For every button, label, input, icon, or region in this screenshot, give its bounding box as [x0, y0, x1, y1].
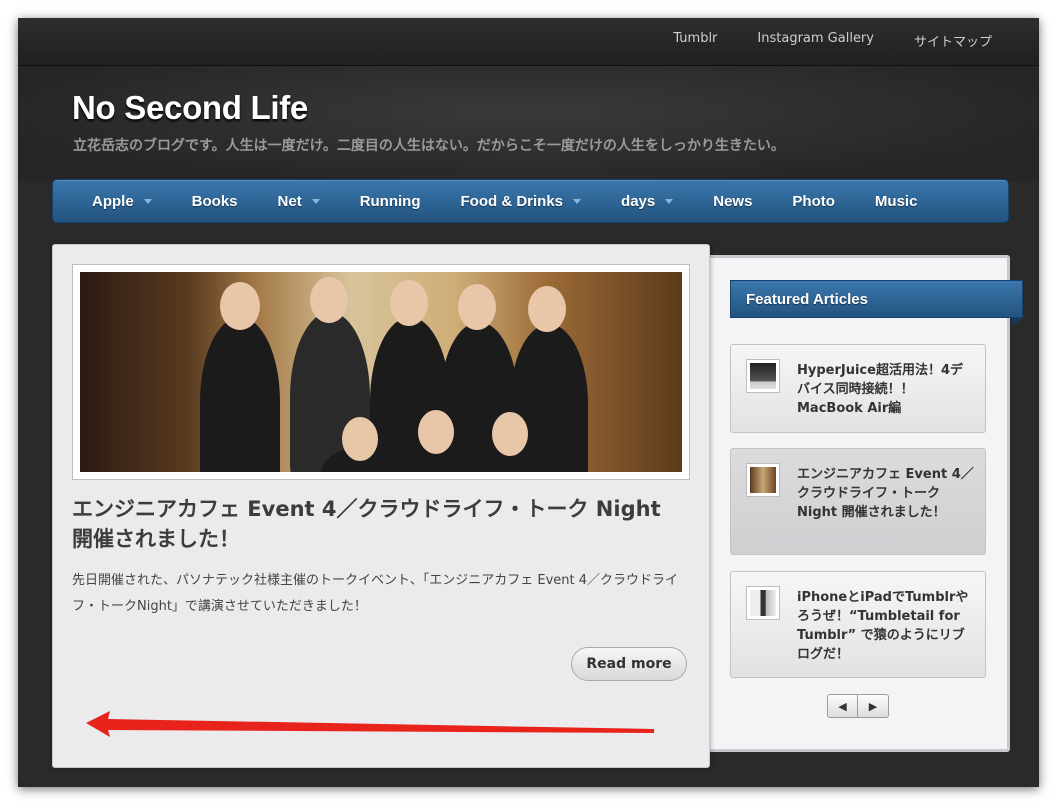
- post-title[interactable]: エンジニアカフェ Event 4／クラウドライフ・トーク Night 開催されま…: [72, 494, 672, 554]
- nav-item-books[interactable]: Books: [192, 193, 238, 210]
- top-link-tumblr[interactable]: Tumblr: [673, 31, 717, 50]
- thumb-image: [750, 363, 776, 389]
- nav-item-photo[interactable]: Photo: [792, 193, 835, 210]
- featured-post-card: エンジニアカフェ Event 4／クラウドライフ・トーク Night 開催されま…: [52, 244, 710, 768]
- nav-item-label: Music: [874, 192, 918, 210]
- post-excerpt: 先日開催された、パソナテック社様主催のトークイベント、「エンジニアカフェ Eve…: [72, 573, 679, 614]
- nav-item-label: News: [713, 192, 753, 210]
- photo-face: [220, 282, 260, 330]
- featured-articles-heading: Featured Articles: [730, 280, 1023, 318]
- photo-person: [200, 317, 280, 472]
- nav-item-label: Books: [191, 192, 238, 210]
- post-image-frame[interactable]: [72, 264, 690, 480]
- featured-article-item[interactable]: エンジニアカフェ Event 4／クラウドライフ・トークNight 開催されまし…: [730, 448, 986, 555]
- photo-face: [342, 417, 378, 461]
- featured-article-title: HyperJuice超活用法！4デバイス同時接続！！MacBook Air編: [797, 363, 964, 416]
- top-link-sitemap[interactable]: サイトマップ: [914, 31, 992, 50]
- group-photo-thumb-icon: [746, 463, 780, 497]
- photo-face: [528, 286, 566, 332]
- top-bar: Tumblr Instagram Gallery サイトマップ: [18, 18, 1039, 66]
- nav-item-days[interactable]: days: [621, 192, 674, 210]
- prev-arrow-icon[interactable]: ◀: [827, 694, 858, 718]
- chevron-down-icon: [143, 198, 152, 204]
- featured-article-item[interactable]: HyperJuice超活用法！4デバイス同時接続！！MacBook Air編: [730, 344, 986, 433]
- nav-item-label: Running: [359, 192, 421, 210]
- nav-item-music[interactable]: Music: [875, 193, 918, 210]
- chevron-down-icon: [311, 198, 320, 204]
- photo-face: [418, 410, 454, 454]
- photo-face: [310, 277, 348, 323]
- chevron-down-icon: [665, 198, 674, 204]
- browser-window: Tumblr Instagram Gallery サイトマップ No Secon…: [18, 18, 1039, 787]
- nav-item-label: Net: [277, 192, 302, 210]
- site-header: No Second Life 立花岳志のブログです。人生は一度だけ。二度目の人生…: [18, 66, 1039, 182]
- nav-item-running[interactable]: Running: [360, 193, 421, 210]
- post-group-photo: [80, 272, 682, 472]
- nav-item-news[interactable]: News: [713, 193, 752, 210]
- laptop-thumb-icon: [746, 359, 780, 393]
- nav-item-label: Photo: [792, 192, 835, 210]
- chevron-down-icon: [573, 198, 582, 204]
- ribbon-fold: [1012, 318, 1023, 326]
- site-title[interactable]: No Second Life: [72, 89, 308, 127]
- photo-face: [390, 280, 428, 326]
- nav-item-food-drinks[interactable]: Food & Drinks: [461, 193, 582, 210]
- featured-article-item[interactable]: iPhoneとiPadでTumblrやろうぜ！“Tumbletail for T…: [730, 571, 986, 678]
- nav-item-net[interactable]: Net: [278, 193, 320, 210]
- main-nav: Apple Books Net Running Food & Drinks da…: [52, 179, 1009, 223]
- thumb-image: [750, 467, 776, 493]
- photo-face: [492, 412, 528, 456]
- top-link-instagram-gallery[interactable]: Instagram Gallery: [757, 31, 874, 50]
- top-links: Tumblr Instagram Gallery サイトマップ: [633, 31, 992, 50]
- thumb-image: [750, 590, 776, 616]
- site-tagline: 立花岳志のブログです。人生は一度だけ。二度目の人生はない。だからこそ一度だけの人…: [73, 138, 785, 154]
- nav-item-apple[interactable]: Apple: [92, 193, 152, 210]
- next-arrow-icon[interactable]: ▶: [858, 694, 889, 718]
- read-more-button[interactable]: Read more: [571, 647, 687, 681]
- nav-item-label: Apple: [92, 192, 134, 210]
- tumblr-thumb-icon: [746, 586, 780, 620]
- featured-article-title: エンジニアカフェ Event 4／クラウドライフ・トークNight 開催されまし…: [797, 467, 974, 520]
- featured-pager: ◀ ▶: [827, 694, 889, 718]
- featured-article-title: iPhoneとiPadでTumblrやろうぜ！“Tumbletail for T…: [797, 590, 969, 662]
- nav-item-label: Food & Drinks: [460, 192, 564, 210]
- nav-item-label: days: [621, 192, 656, 210]
- photo-face: [458, 284, 496, 330]
